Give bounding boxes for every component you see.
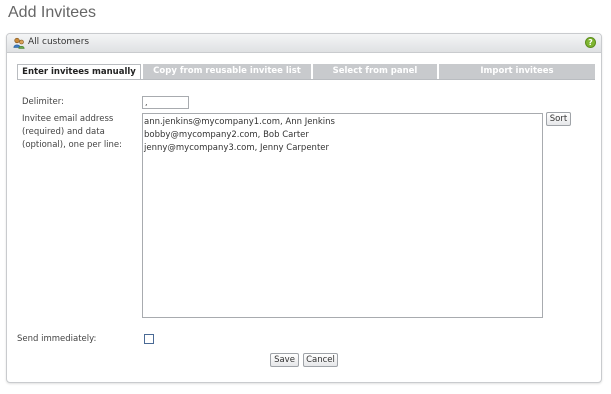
tab-label: Select from panel (332, 66, 418, 76)
delimiter-label: Delimiter: (22, 97, 64, 107)
tab-enter-invitees-manually[interactable]: Enter invitees manually (17, 64, 141, 80)
cancel-button[interactable]: Cancel (303, 353, 338, 367)
tab-import-invitees[interactable]: Import invitees (439, 64, 595, 79)
tab-label: Enter invitees manually (22, 67, 136, 77)
emails-label-line3: (optional), one per line: (22, 140, 123, 150)
users-icon (13, 37, 25, 49)
save-button[interactable]: Save (270, 353, 299, 367)
panel-header: All customers ? (7, 34, 601, 53)
emails-label-line2: (required) and data (22, 127, 105, 137)
page-title: Add Invitees (8, 4, 97, 21)
send-immediately-checkbox[interactable] (144, 334, 154, 344)
send-immediately-label: Send immediately: (17, 334, 97, 344)
tab-select-from-panel[interactable]: Select from panel (313, 64, 437, 79)
tab-label: Copy from reusable invitee list (153, 66, 301, 76)
emails-label-line1: Invitee email address (22, 114, 114, 124)
help-icon[interactable]: ? (585, 37, 596, 48)
tab-copy-from-reusable-invitee-list[interactable]: Copy from reusable invitee list (143, 64, 311, 79)
tab-divider (17, 79, 595, 80)
delimiter-input[interactable] (142, 96, 189, 109)
tab-bar: Enter invitees manually Copy from reusab… (17, 64, 595, 80)
panel-title: All customers (28, 37, 90, 47)
tab-label: Import invitees (480, 66, 554, 76)
invitee-emails-textarea[interactable]: ann.jenkins@mycompany1.com, Ann Jenkins … (142, 113, 543, 318)
all-customers-panel: All customers ? Enter invitees manually … (6, 33, 602, 383)
sort-button[interactable]: Sort (546, 112, 571, 126)
